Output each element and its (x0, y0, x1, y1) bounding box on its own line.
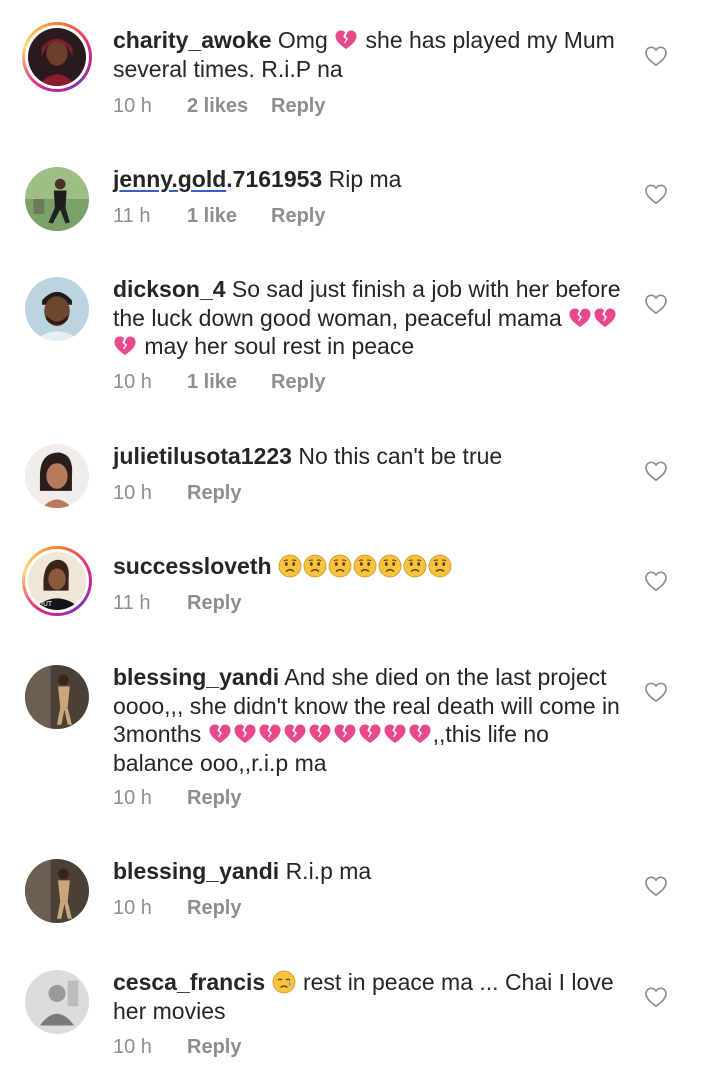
heart-outline-icon[interactable] (644, 681, 668, 703)
broken-heart-emoji (334, 28, 358, 52)
broken-heart-emoji (283, 722, 307, 746)
comment-meta: 10 h Reply (113, 787, 241, 810)
heart-outline-icon[interactable] (644, 45, 668, 67)
comment-meta: 10 h Reply (113, 897, 241, 920)
username[interactable]: cesca_francis (113, 969, 265, 995)
heart-outline-icon[interactable] (644, 460, 668, 482)
heart-outline-icon[interactable] (644, 570, 668, 592)
avatar-photo (25, 665, 89, 729)
comment-text: successloveth (113, 552, 633, 581)
avatar[interactable]: OUT (22, 546, 92, 616)
username[interactable]: charity_awoke (113, 27, 272, 53)
broken-heart-emoji (593, 306, 617, 330)
timestamp: 10 h (113, 1036, 152, 1058)
reply-button[interactable]: Reply (187, 897, 241, 920)
timestamp: 10 h (113, 787, 152, 809)
comment-text: charity_awoke Omg she has played my Mum … (113, 27, 615, 82)
reply-button[interactable]: Reply (187, 592, 241, 615)
avatar[interactable] (25, 859, 89, 923)
avatar-photo (25, 970, 89, 1034)
broken-heart-emoji (383, 722, 407, 746)
comment-text: dickson_4 So sad just finish a job with … (113, 276, 621, 359)
broken-heart-emoji (408, 722, 432, 746)
broken-heart-emoji (568, 306, 592, 330)
comment-text: julietilusota1223 No this can't be true (113, 443, 503, 469)
comment-meta: 11 h Reply (113, 592, 241, 615)
broken-heart-emoji (208, 722, 232, 746)
worried-face-emoji (403, 554, 427, 578)
broken-heart-emoji (258, 722, 282, 746)
broken-heart-emoji (333, 722, 357, 746)
worried-face-emoji (353, 554, 377, 578)
comment-meta: 10 h Reply (113, 482, 241, 505)
broken-heart-emoji (308, 722, 332, 746)
timestamp: 11 h (113, 592, 151, 614)
heart-outline-icon[interactable] (644, 183, 668, 205)
heart-outline-icon[interactable] (644, 986, 668, 1008)
reply-button[interactable]: Reply (187, 1036, 241, 1059)
worried-face-emoji (278, 554, 302, 578)
avatar[interactable] (22, 22, 92, 92)
avatar-photo (28, 28, 86, 86)
username[interactable]: blessing_yandi (113, 664, 279, 690)
avatar-photo (25, 167, 89, 231)
avatar[interactable] (25, 665, 89, 729)
comment-meta: 10 h Reply (113, 1036, 241, 1059)
timestamp: 11 h (113, 205, 151, 227)
comment-text: blessing_yandi R.i.p ma (113, 858, 372, 884)
worried-face-emoji (303, 554, 327, 578)
reply-button[interactable]: Reply (271, 95, 325, 118)
timestamp: 10 h (113, 897, 152, 919)
reply-button[interactable]: Reply (271, 205, 325, 228)
avatar-photo (25, 859, 89, 923)
heart-outline-icon[interactable] (644, 875, 668, 897)
timestamp: 10 h (113, 371, 152, 393)
timestamp: 10 h (113, 95, 152, 117)
broken-heart-emoji (113, 334, 137, 358)
username[interactable]: julietilusota1223 (113, 443, 292, 469)
avatar[interactable] (25, 167, 89, 231)
heart-outline-icon[interactable] (644, 293, 668, 315)
username[interactable]: jenny.gold (113, 166, 226, 192)
reply-button[interactable]: Reply (187, 787, 241, 810)
avatar-photo (25, 277, 89, 341)
likes-count[interactable]: 2 likes (187, 95, 271, 118)
username[interactable]: successloveth (113, 553, 272, 579)
broken-heart-emoji (358, 722, 382, 746)
comment-meta: 10 h 1 like Reply (113, 371, 325, 394)
worried-face-emoji (378, 554, 402, 578)
likes-count[interactable]: 1 like (187, 205, 271, 228)
comment-text: jenny.gold.7161953 Rip ma (113, 166, 402, 192)
comment-meta: 10 h 2 likes Reply (113, 95, 325, 118)
avatar-photo (25, 444, 89, 508)
worried-face-emoji (428, 554, 452, 578)
comment-meta: 11 h 1 like Reply (113, 205, 325, 228)
username[interactable]: dickson_4 (113, 276, 226, 302)
username[interactable]: blessing_yandi (113, 858, 279, 884)
likes-count[interactable]: 1 like (187, 371, 271, 394)
broken-heart-emoji (233, 722, 257, 746)
reply-button[interactable]: Reply (187, 482, 241, 505)
svg-text:OUT: OUT (38, 600, 53, 608)
reply-button[interactable]: Reply (271, 371, 325, 394)
comment-text: blessing_yandi And she died on the last … (113, 664, 620, 776)
worried-face-emoji (328, 554, 352, 578)
timestamp: 10 h (113, 482, 152, 504)
avatar[interactable] (25, 277, 89, 341)
avatar[interactable] (25, 970, 89, 1034)
avatar-photo: OUT (28, 552, 86, 610)
crying-face-emoji (272, 970, 296, 994)
avatar[interactable] (25, 444, 89, 508)
comment-text: cesca_francis rest in peace ma ... Chai … (113, 969, 614, 1024)
